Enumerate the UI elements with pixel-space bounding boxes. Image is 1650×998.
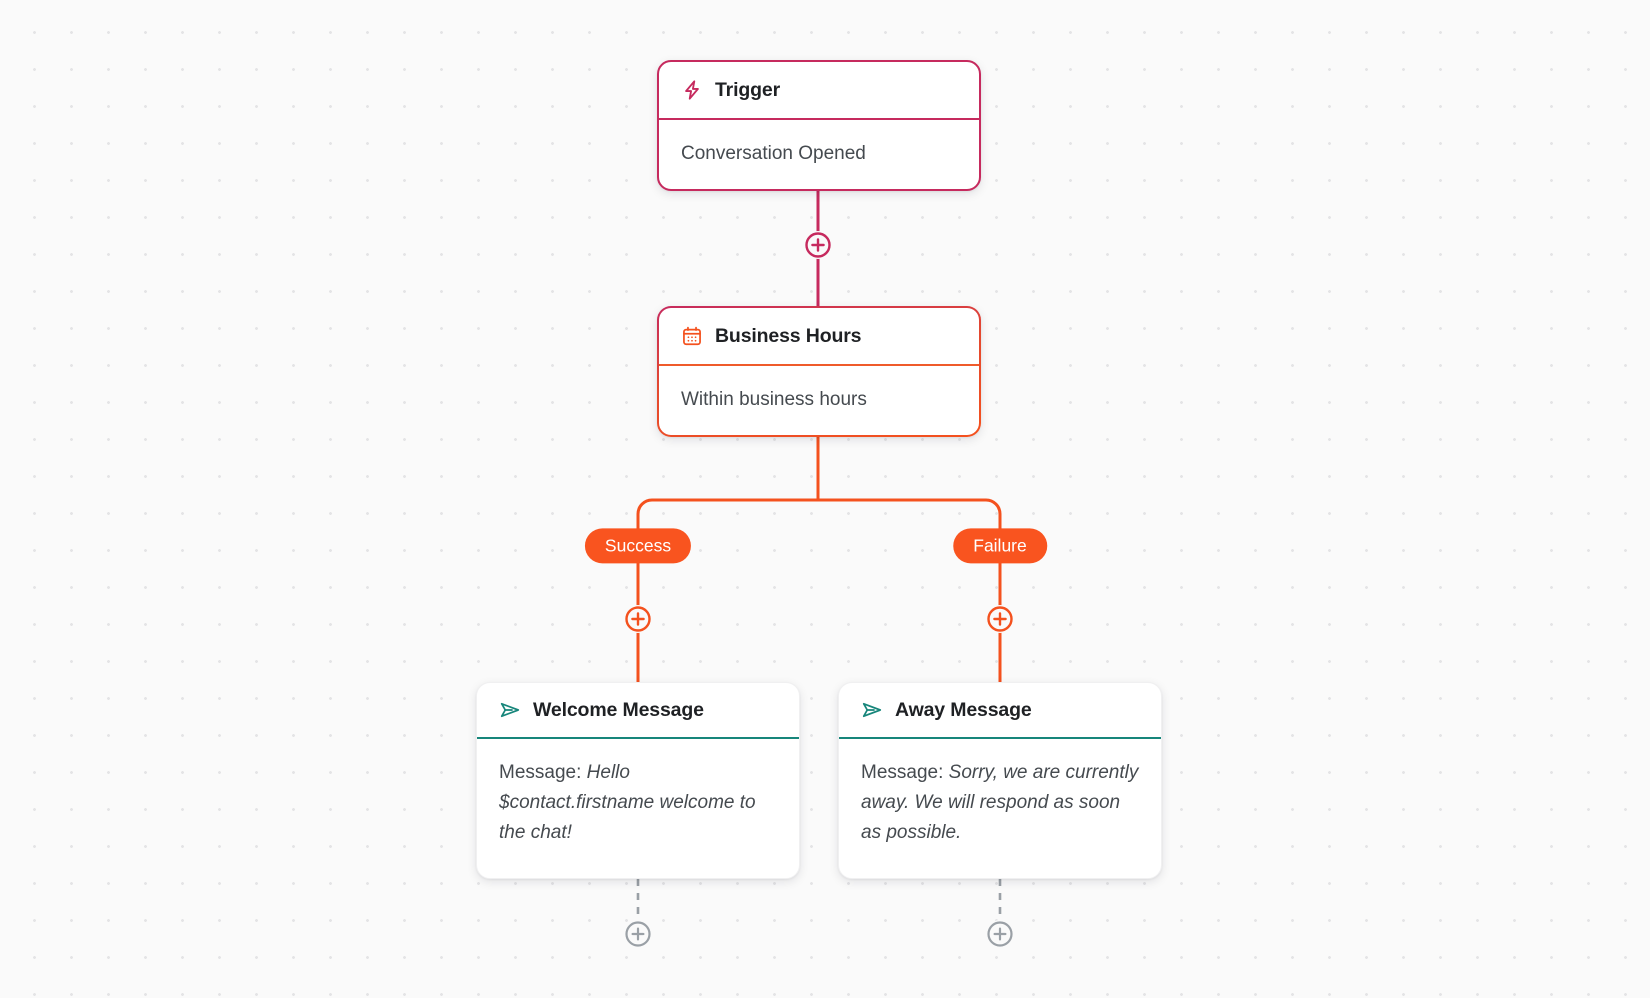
- lightning-bolt-icon: [685, 80, 699, 100]
- node-trigger-body: Conversation Opened: [681, 143, 866, 164]
- node-business-hours-header: Business Hours: [659, 308, 979, 366]
- node-away-message-label: Message:: [861, 762, 949, 783]
- node-trigger-header: Trigger: [659, 62, 979, 120]
- send-icon: [862, 702, 882, 718]
- node-welcome-message[interactable]: Welcome Message Message: Hello $contact.…: [476, 682, 800, 879]
- edge-split-to-success: [636, 498, 820, 534]
- plus-circle-icon: [805, 232, 831, 258]
- node-trigger-title: Trigger: [715, 78, 781, 101]
- node-away-message-header: Away Message: [839, 683, 1161, 739]
- workflow-canvas[interactable]: Trigger Conversation Opened Business Hou…: [0, 0, 1650, 998]
- node-welcome-message-label: Message:: [499, 762, 587, 783]
- node-welcome-message-header: Welcome Message: [477, 683, 799, 739]
- calendar-icon: [683, 326, 701, 346]
- node-away-message-body: Message: Sorry, we are currently away. W…: [839, 739, 1161, 870]
- add-step-button-after-welcome-message[interactable]: [624, 920, 652, 948]
- branch-label-failure[interactable]: Failure: [953, 528, 1047, 564]
- plus-circle-icon: [987, 921, 1013, 947]
- node-away-message-title: Away Message: [895, 698, 1032, 721]
- node-welcome-message-body: Message: Hello $contact.firstname welcom…: [477, 739, 799, 870]
- plus-circle-icon: [987, 606, 1013, 632]
- add-step-button-success-branch[interactable]: [624, 605, 652, 633]
- node-welcome-message-title: Welcome Message: [533, 698, 704, 721]
- node-business-hours[interactable]: Business Hours Within business hours: [657, 306, 981, 437]
- add-step-button-failure-branch[interactable]: [986, 605, 1014, 633]
- node-trigger[interactable]: Trigger Conversation Opened: [657, 60, 981, 191]
- add-step-button-after-away-message[interactable]: [986, 920, 1014, 948]
- plus-circle-icon: [625, 606, 651, 632]
- edge-split-to-failure: [816, 498, 1002, 534]
- node-business-hours-title: Business Hours: [715, 324, 862, 347]
- node-business-hours-body: Within business hours: [681, 389, 867, 410]
- add-step-button-after-trigger[interactable]: [804, 231, 832, 259]
- branch-label-success[interactable]: Success: [584, 528, 692, 564]
- plus-circle-icon: [625, 921, 651, 947]
- node-away-message[interactable]: Away Message Message: Sorry, we are curr…: [838, 682, 1162, 879]
- send-icon: [500, 702, 520, 718]
